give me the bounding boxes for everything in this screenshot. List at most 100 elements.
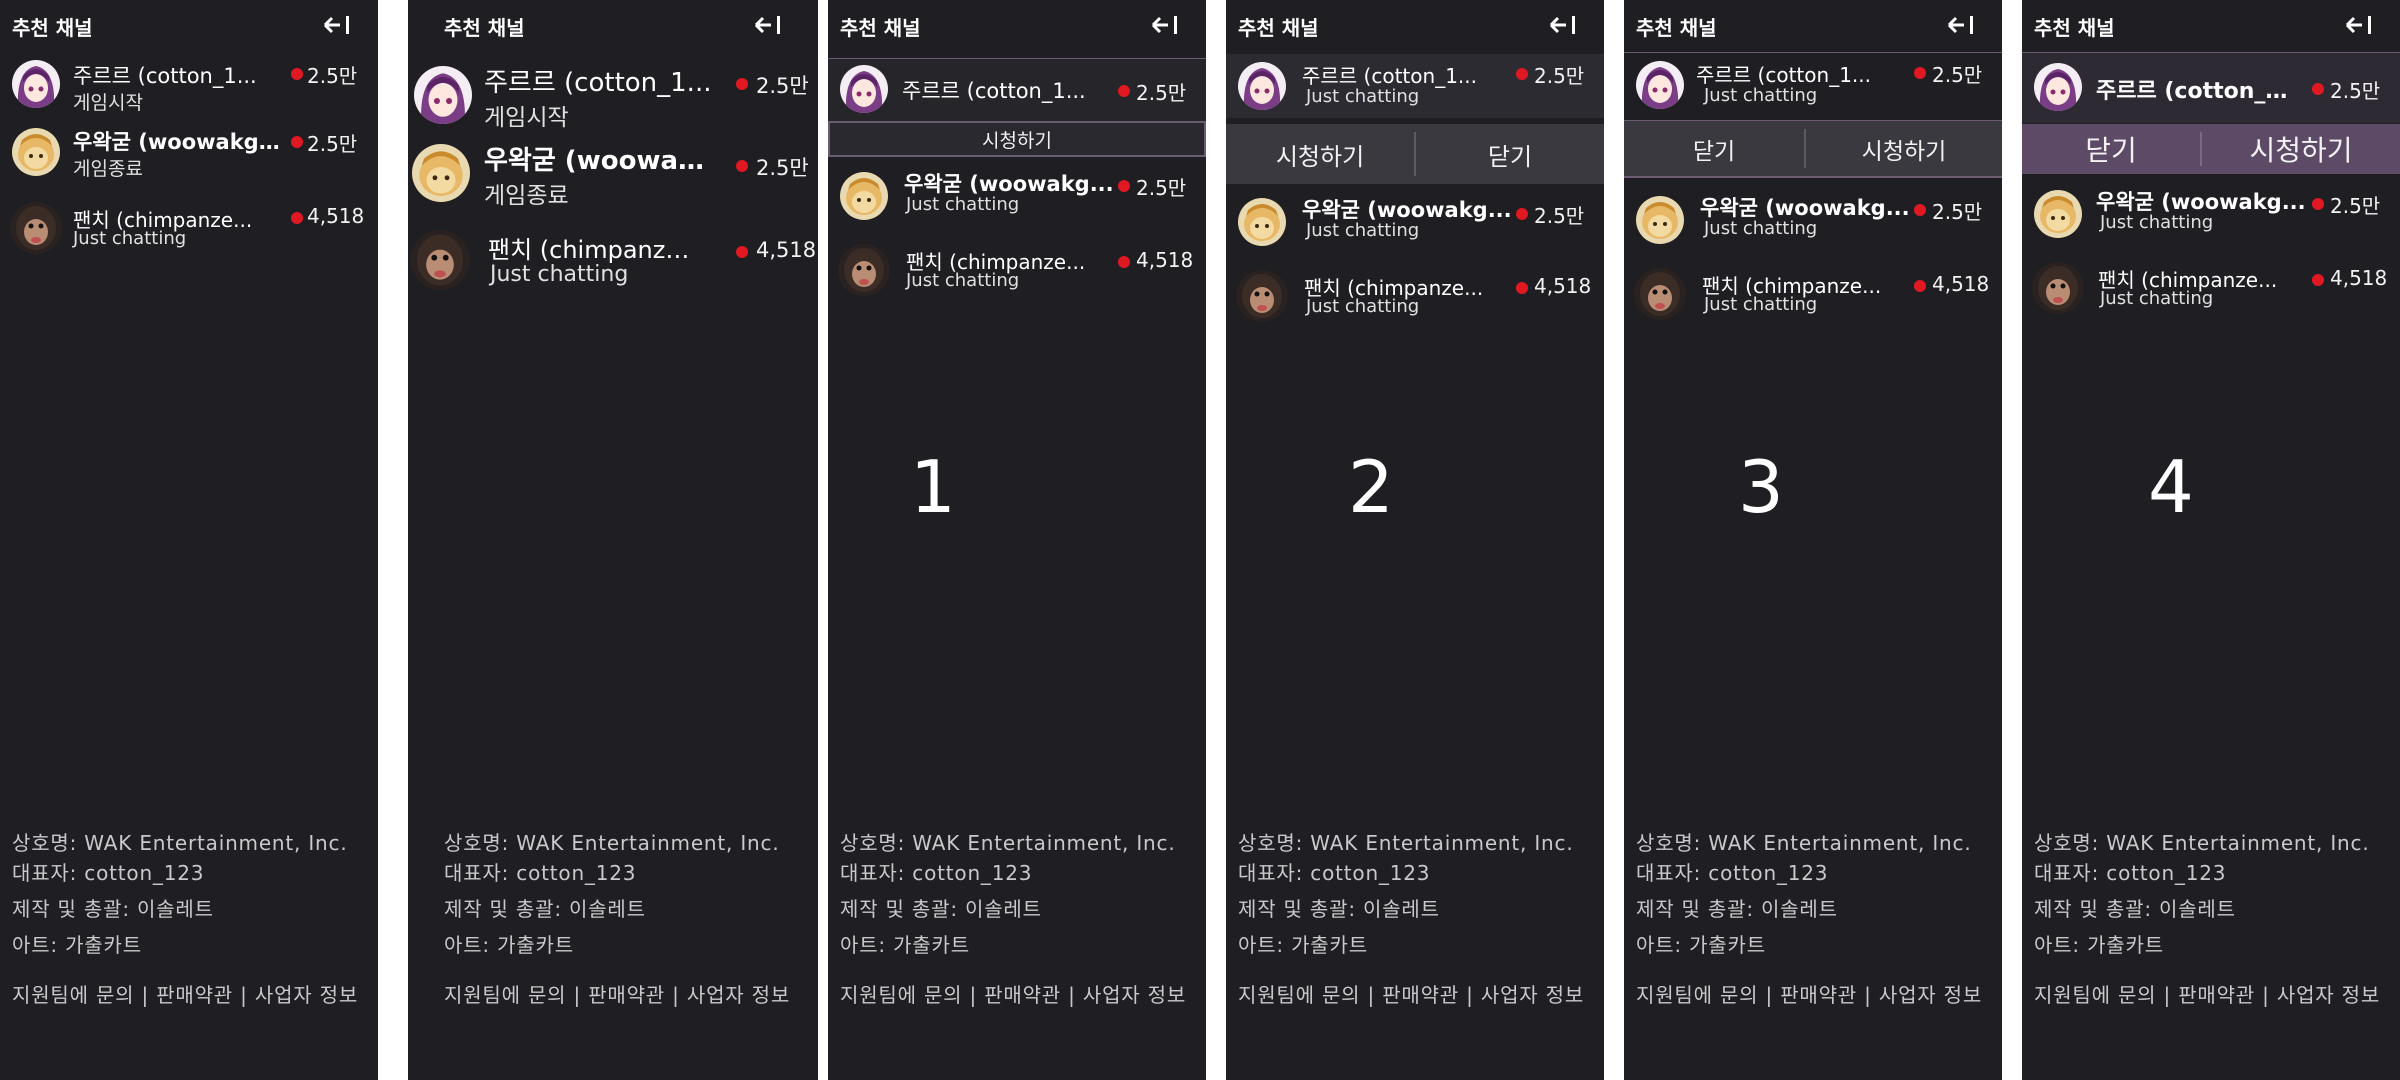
live-dot-icon: [1516, 68, 1528, 80]
footer-links[interactable]: 지원팀에 문의 | 판매약관 | 사업자 정보: [840, 980, 1198, 1010]
close-button[interactable]: 닫기: [2022, 124, 2200, 174]
collapse-icon[interactable]: [2344, 14, 2374, 36]
live-dot-icon: [736, 160, 748, 172]
footer-art: 아트: 가출카트: [840, 933, 970, 957]
channel-item-jururu-selected[interactable]: 주르르 (cotton_1... 2.5만: [828, 58, 1206, 122]
viewer-count: 2.5만: [756, 156, 809, 180]
channel-name: 주르르 (cotton_1...: [1302, 64, 1477, 88]
channel-item-jururu-selected[interactable]: 주르르 (cotton_1... Just chatting 2.5만: [1226, 54, 1604, 118]
avatar-chimpanzee: [2032, 262, 2084, 314]
live-dot-icon: [1914, 204, 1926, 216]
channel-name: 팬치 (chimpanze...: [488, 236, 693, 264]
avatar-woowakgood: [412, 144, 470, 202]
live-dot-icon: [2312, 274, 2324, 286]
channel-item-jururu-selected[interactable]: 주르르 (cotton_1... 2.5만: [2022, 52, 2400, 123]
channel-status: Just chatting: [906, 270, 1020, 291]
avatar-woowakgood: [2034, 190, 2082, 238]
channel-item-jururu-selected[interactable]: 주르르 (cotton_1... Just chatting 2.5만: [1624, 52, 2002, 119]
footer-art: 아트: 가출카트: [2034, 933, 2164, 957]
footer-production: 제작 및 총괄: 이솔레트: [2034, 897, 2236, 921]
live-dot-icon: [1118, 85, 1130, 97]
blonde-character-icon: [840, 172, 888, 220]
viewer-count: 2.5만: [1534, 64, 1585, 88]
footer-company: 상호명: WAK Entertainment, Inc.: [444, 831, 780, 855]
watch-button[interactable]: 시청하기: [2202, 124, 2400, 174]
close-button[interactable]: 닫기: [1624, 121, 1804, 176]
channel-item-chimpanzee[interactable]: 팬치 (chimpanze... Just chatting 4,518: [408, 226, 818, 296]
footer: 상호명: WAK Entertainment, Inc. 대표자: cotton…: [840, 828, 1198, 1010]
variant-label: 4: [2148, 445, 2194, 529]
footer-links[interactable]: 지원팀에 문의 | 판매약관 | 사업자 정보: [12, 980, 370, 1010]
viewer-count: 2.5만: [1534, 204, 1585, 228]
channel-item-jururu[interactable]: 주르르 (cotton_1... 게임시작 2.5만: [408, 60, 818, 131]
channel-status: Just chatting: [1306, 220, 1420, 241]
viewer-count: 4,518: [756, 238, 817, 262]
channel-item-chimpanzee[interactable]: 팬치 (chimpanze... Just chatting 4,518: [828, 242, 1206, 302]
collapse-icon[interactable]: [322, 14, 352, 36]
watch-button-bar: 시청하기: [828, 121, 1206, 157]
footer-links[interactable]: 지원팀에 문의 | 판매약관 | 사업자 정보: [444, 980, 810, 1010]
live-dot-icon: [291, 68, 303, 80]
collapse-icon[interactable]: [1548, 14, 1578, 36]
channel-item-woowakgood[interactable]: 우왁굳 (woowakg... Just chatting 2.5만: [1624, 190, 2002, 250]
watch-button[interactable]: 시청하기: [1806, 121, 2002, 176]
footer-company: 상호명: WAK Entertainment, Inc.: [1636, 831, 1972, 855]
channel-status: 게임시작: [484, 105, 569, 131]
channel-status: 게임시작: [73, 92, 143, 114]
footer-links[interactable]: 지원팀에 문의 | 판매약관 | 사업자 정보: [1238, 980, 1596, 1010]
live-dot-icon: [1118, 180, 1130, 192]
channel-status: Just chatting: [1704, 218, 1818, 239]
avatar-chimpanzee: [1634, 268, 1686, 320]
live-dot-icon: [736, 78, 748, 90]
channel-item-woowakgood[interactable]: 우왁굳 (woowakg... 게임종료 2.5만: [0, 122, 378, 182]
avatar-chimpanzee: [1236, 270, 1288, 322]
channel-item-chimpanzee[interactable]: 팬치 (chimpanze... Just chatting 4,518: [1624, 266, 2002, 326]
footer-ceo: 대표자: cotton_123: [840, 861, 1033, 885]
footer-links[interactable]: 지원팀에 문의 | 판매약관 | 사업자 정보: [1636, 980, 1994, 1010]
watch-button[interactable]: 시청하기: [1226, 124, 1414, 184]
channel-item-woowakgood[interactable]: 우왁굳 (woowakg... 게임종료 2.5만: [408, 138, 818, 209]
channel-item-woowakgood[interactable]: 우왁굳 (woowakg... Just chatting 2.5만: [1226, 192, 1604, 252]
close-button[interactable]: 닫기: [1416, 124, 1604, 184]
variant-label: 3: [1738, 445, 1784, 529]
purple-hair-girl-icon: [1636, 61, 1684, 109]
live-dot-icon: [291, 212, 303, 224]
live-dot-icon: [1516, 282, 1528, 294]
footer-links[interactable]: 지원팀에 문의 | 판매약관 | 사업자 정보: [2034, 980, 2392, 1010]
channel-name: 우왁굳 (woowakg...: [484, 146, 714, 176]
variant-label: 1: [910, 445, 956, 529]
sidebar-title: 추천 채널: [444, 16, 525, 40]
purple-hair-girl-icon: [12, 60, 60, 108]
collapse-icon[interactable]: [753, 14, 783, 36]
footer-ceo: 대표자: cotton_123: [444, 861, 637, 885]
footer: 상호명: WAK Entertainment, Inc. 대표자: cotton…: [1238, 828, 1596, 1010]
avatar-woowakgood: [1238, 198, 1286, 246]
channel-item-woowakgood[interactable]: 우왁굳 (woowakg... Just chatting 2.5만: [828, 166, 1206, 226]
watch-button[interactable]: 시청하기: [830, 123, 1204, 155]
collapse-icon[interactable]: [1150, 14, 1180, 36]
viewer-count: 4,518: [2330, 266, 2388, 290]
channel-item-chimpanzee[interactable]: 팬치 (chimpanze... Just chatting 4,518: [1226, 268, 1604, 328]
avatar-woowakgood: [1636, 196, 1684, 244]
channel-item-woowakgood[interactable]: 우왁굳 (woowakg... Just chatting 2.5만: [2022, 184, 2400, 244]
channel-status: Just chatting: [73, 228, 187, 249]
blonde-character-icon: [2034, 190, 2082, 238]
purple-hair-girl-icon: [414, 66, 472, 124]
footer-production: 제작 및 총괄: 이솔레트: [1238, 897, 1440, 921]
variant-label: 2: [1348, 445, 1394, 529]
purple-hair-girl-icon: [840, 65, 888, 113]
viewer-count: 2.5만: [2330, 79, 2381, 103]
viewer-count: 4,518: [1136, 248, 1194, 272]
live-dot-icon: [1118, 256, 1130, 268]
channel-name: 주르르 (cotton_1...: [73, 64, 257, 88]
collapse-icon[interactable]: [1946, 14, 1976, 36]
sidebar-panel-original: 추천 채널 주르르 (cotton_1... 게임시작 2.5만 우왁굳 (wo…: [0, 0, 378, 1080]
live-dot-icon: [1914, 67, 1926, 79]
channel-item-chimpanzee[interactable]: 팬치 (chimpanze... Just chatting 4,518: [2022, 260, 2400, 320]
sidebar-panel-variant-3: 추천 채널 주르르 (cotton_1... Just chatting 2.5…: [1624, 0, 2002, 1080]
channel-name: 주르르 (cotton_1...: [902, 79, 1086, 103]
channel-item-chimpanzee[interactable]: 팬치 (chimpanze... Just chatting 4,518: [0, 200, 378, 260]
footer-company: 상호명: WAK Entertainment, Inc.: [12, 831, 348, 855]
channel-status: Just chatting: [490, 262, 629, 287]
channel-item-jururu[interactable]: 주르르 (cotton_1... 게임시작 2.5만: [0, 56, 378, 116]
